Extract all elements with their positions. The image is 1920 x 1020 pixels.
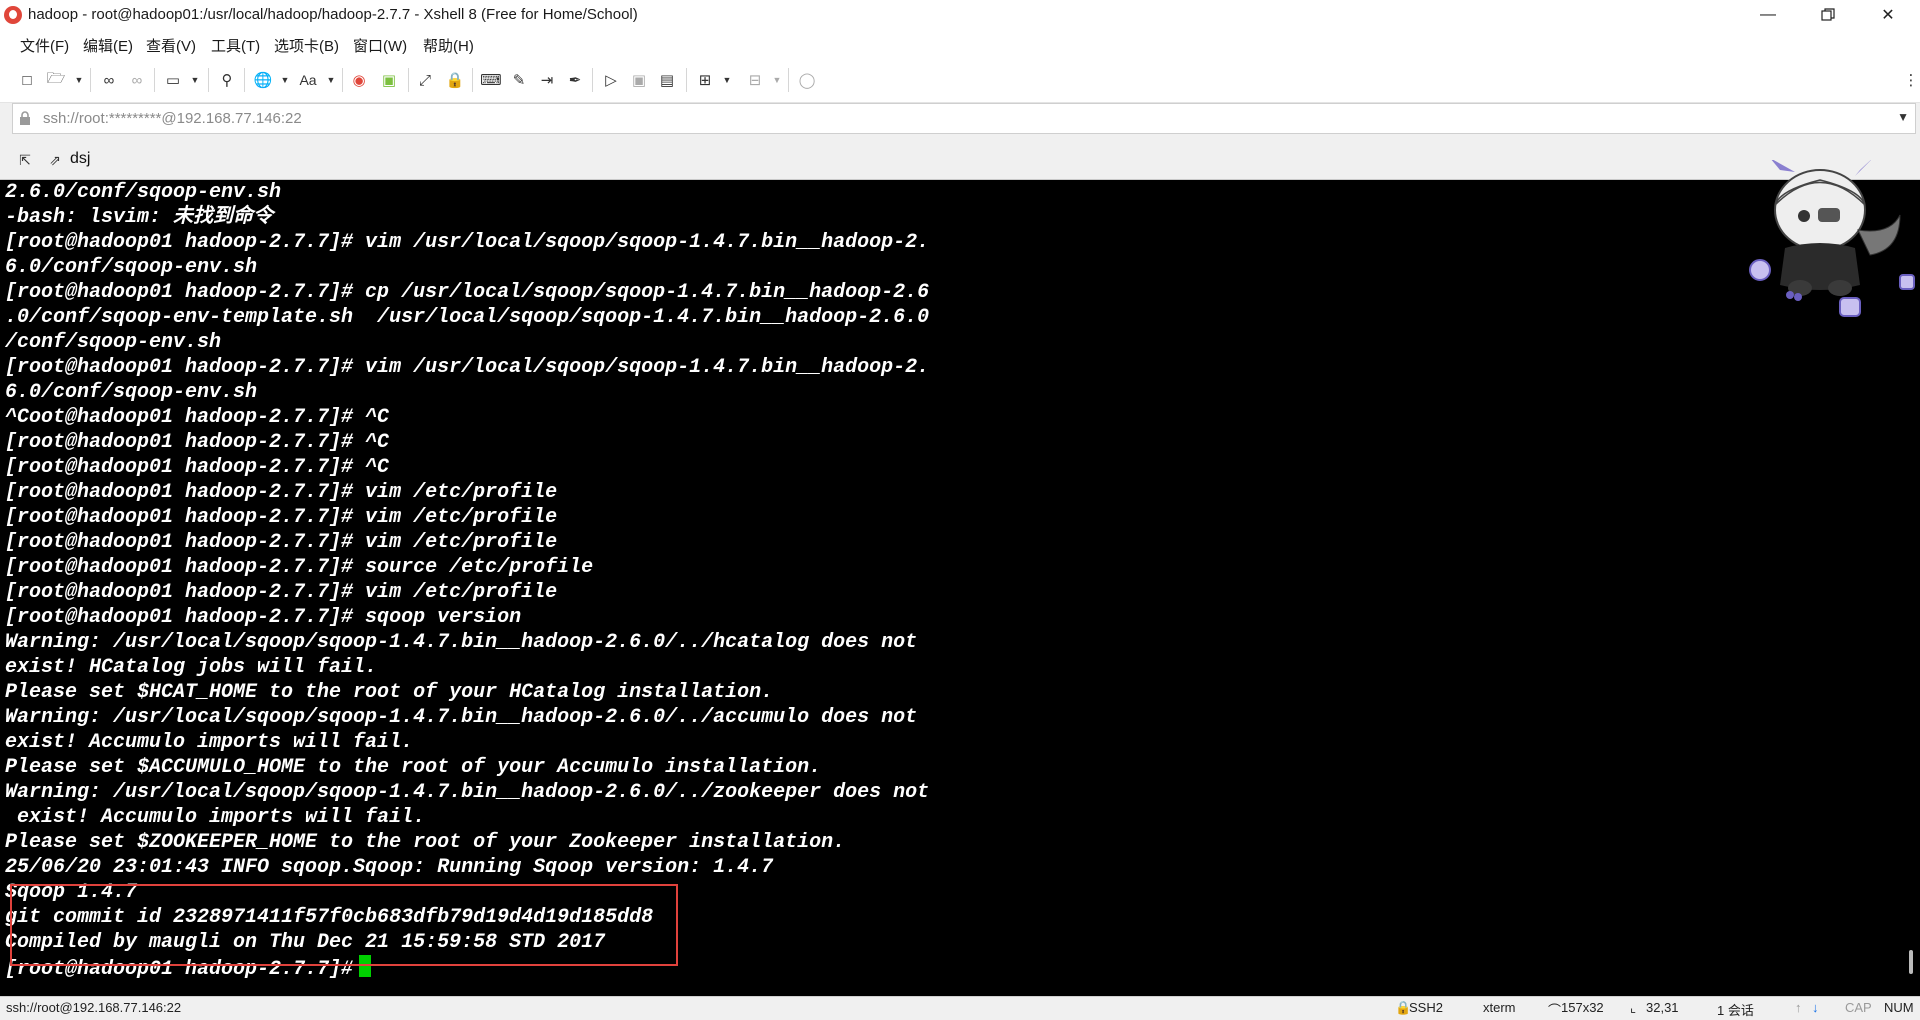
terminal-line: [root@hadoop01 hadoop-2.7.7]# source /et… (5, 556, 594, 579)
status-cursor-icon: ⌞ (1630, 1000, 1637, 1015)
globe-icon[interactable]: 🌐 (252, 69, 274, 91)
status-size: 157x32 (1561, 1000, 1604, 1015)
terminal-line: [root@hadoop01 hadoop-2.7.7]# ^C (5, 456, 390, 479)
terminal-line: exist! HCatalog jobs will fail. (5, 656, 378, 679)
menu-view[interactable]: 查看(V) (146, 35, 196, 56)
fullscreen-icon[interactable]: ⤢ (414, 69, 436, 91)
search-icon[interactable]: ⚲ (216, 69, 238, 91)
terminal-line: 6.0/conf/sqoop-env.sh (5, 381, 258, 404)
stop-script-icon[interactable]: ▣ (628, 69, 650, 91)
download-arrow-icon[interactable]: ↓ (1812, 1000, 1819, 1015)
restore-icon (1821, 8, 1835, 21)
terminal-line: -bash: lsvim: 未找到命令 (5, 206, 274, 229)
chat-icon[interactable]: ◯ (796, 69, 818, 91)
terminal-line: [root@hadoop01 hadoop-2.7.7]# vim /etc/p… (5, 506, 558, 529)
lock-screen-icon[interactable]: 🔒 (444, 69, 466, 91)
terminal-line: exist! Accumulo imports will fail. (5, 806, 426, 829)
menu-window[interactable]: 窗口(W) (353, 35, 407, 56)
terminal-line: Please set $ZOOKEEPER_HOME to the root o… (5, 831, 846, 854)
new-session-icon[interactable]: □ (16, 69, 38, 91)
terminal-line: 6.0/conf/sqoop-env.sh (5, 256, 258, 279)
new-tab-icon[interactable]: ⊞ (694, 69, 716, 91)
upload-arrow-icon[interactable]: ↑ (1795, 1000, 1802, 1015)
new-tab-dropdown-icon[interactable]: ▼ (716, 69, 738, 91)
terminal-line: 25/06/20 23:01:43 INFO sqoop.Sqoop: Runn… (5, 856, 774, 879)
terminal-line: [root@hadoop01 hadoop-2.7.7]# vim /usr/l… (5, 231, 930, 254)
mascot-illustration (1749, 160, 1915, 317)
menu-bar: 文件(F) 编辑(E) 查看(V) 工具(T) 选项卡(B) 窗口(W) 帮助(… (0, 30, 1920, 58)
font-icon[interactable]: Aa (297, 69, 319, 91)
status-cursor-pos: 32,31 (1646, 1000, 1679, 1015)
terminal-line: Please set $HCAT_HOME to the root of you… (5, 681, 774, 704)
terminal-line: Please set $ACCUMULO_HOME to the root of… (5, 756, 822, 779)
play-script-icon[interactable]: ▷ (600, 69, 622, 91)
terminal-line: 2.6.0/conf/sqoop-env.sh (5, 181, 282, 204)
terminal-line: [root@hadoop01 hadoop-2.7.7]# vim /etc/p… (5, 481, 558, 504)
terminal-line: ^Coot@hadoop01 hadoop-2.7.7]# ^C (5, 406, 390, 429)
open-folder-icon[interactable]: 🗁 (45, 69, 67, 91)
terminal-line: [root@hadoop01 hadoop-2.7.7]# vim /etc/p… (5, 581, 558, 604)
properties-dropdown-icon[interactable]: ▼ (184, 69, 206, 91)
terminal-line: [root@hadoop01 hadoop-2.7.7]# vim /etc/p… (5, 531, 558, 554)
terminal-line: Warning: /usr/local/sqoop/sqoop-1.4.7.bi… (5, 706, 918, 729)
tab-bar: ⇱ ⇗ dsj (0, 140, 1920, 180)
disconnect-icon[interactable]: ∞ (126, 69, 148, 91)
xshell-logo-icon[interactable]: ◉ (348, 69, 370, 91)
terminal-line: Warning: /usr/local/sqoop/sqoop-1.4.7.bi… (5, 631, 918, 654)
terminal-line: /conf/sqoop-env.sh (5, 331, 222, 354)
layout-icon[interactable]: ⊟ (744, 69, 766, 91)
toolbar: □ 🗁 ▼ ∞ ∞ ▭ ▼ ⚲ 🌐 ▼ Aa ▼ ◉ ▣ ⤢ 🔒 ⌨ ✎ ⇥ ✒… (0, 58, 1920, 103)
status-connection: ssh://root@192.168.77.146:22 (6, 1000, 182, 1015)
compose-icon[interactable]: ✎ (508, 69, 530, 91)
restore-button[interactable] (1800, 0, 1856, 30)
tab-session-dsj[interactable]: dsj (70, 150, 90, 168)
address-dropdown-icon[interactable]: ▼ (1897, 110, 1909, 124)
menu-tools[interactable]: 工具(T) (211, 35, 260, 56)
status-protocol: SSH2 (1409, 1000, 1443, 1015)
xftp-icon[interactable]: ▣ (378, 69, 400, 91)
status-caps: CAP (1845, 1000, 1872, 1015)
highlight-box (10, 884, 678, 966)
menu-edit[interactable]: 编辑(E) (83, 35, 133, 56)
status-size-icon: ⌒ (1548, 1003, 1562, 1018)
menu-tabs[interactable]: 选项卡(B) (274, 35, 339, 56)
scrollbar-thumb[interactable] (1909, 950, 1913, 974)
window-title: hadoop - root@hadoop01:/usr/local/hadoop… (28, 6, 638, 23)
menu-help[interactable]: 帮助(H) (423, 35, 474, 56)
layout-dropdown-icon[interactable]: ▼ (766, 69, 788, 91)
reconnect-icon[interactable]: ∞ (98, 69, 120, 91)
menu-file[interactable]: 文件(F) (20, 35, 69, 56)
close-button[interactable]: ✕ (1860, 0, 1916, 30)
address-input[interactable]: ssh://root:*********@192.168.77.146:22 (43, 110, 302, 127)
font-dropdown-icon[interactable]: ▼ (320, 69, 342, 91)
terminal-line: Warning: /usr/local/sqoop/sqoop-1.4.7.bi… (5, 781, 930, 804)
session-manager-icon[interactable]: ⇱ (16, 151, 34, 169)
terminal-line: .0/conf/sqoop-env-template.sh /usr/local… (5, 306, 930, 329)
terminal-line: exist! Accumulo imports will fail. (5, 731, 414, 754)
terminal-area[interactable]: 2.6.0/conf/sqoop-env.sh -bash: lsvim: 未找到… (0, 180, 1920, 996)
keyboard-icon[interactable]: ⌨ (480, 69, 502, 91)
globe-dropdown-icon[interactable]: ▼ (274, 69, 296, 91)
terminal-line: [root@hadoop01 hadoop-2.7.7]# ^C (5, 431, 390, 454)
transfer-icon[interactable]: ⇥ (536, 69, 558, 91)
status-bar: ssh://root@192.168.77.146:22 🔒 SSH2 xter… (0, 996, 1920, 1020)
address-bar[interactable]: ssh://root:*********@192.168.77.146:22 ▼ (12, 103, 1916, 134)
minimize-button[interactable]: — (1740, 0, 1796, 30)
status-num: NUM (1884, 1000, 1914, 1015)
terminal-output: 2.6.0/conf/sqoop-env.sh -bash: lsvim: 未找到… (5, 180, 930, 981)
script-icon[interactable]: ✒ (564, 69, 586, 91)
terminal-line: [root@hadoop01 hadoop-2.7.7]# cp /usr/lo… (5, 281, 930, 304)
properties-icon[interactable]: ▭ (162, 69, 184, 91)
lock-icon (20, 111, 30, 125)
status-sessions: 1 会话 (1717, 1003, 1754, 1018)
xshell-app-icon[interactable] (4, 6, 22, 24)
terminal-line: [root@hadoop01 hadoop-2.7.7]# vim /usr/l… (5, 356, 930, 379)
title-bar: hadoop - root@hadoop01:/usr/local/hadoop… (0, 0, 1920, 30)
open-dropdown-icon[interactable]: ▼ (68, 69, 90, 91)
more-options-icon[interactable]: ⋮ (1900, 69, 1920, 91)
session-tab-icon[interactable]: ⇗ (46, 151, 64, 169)
terminal-line: [root@hadoop01 hadoop-2.7.7]# sqoop vers… (5, 606, 522, 629)
log-icon[interactable]: ▤ (656, 69, 678, 91)
status-term-type: xterm (1483, 1000, 1516, 1015)
